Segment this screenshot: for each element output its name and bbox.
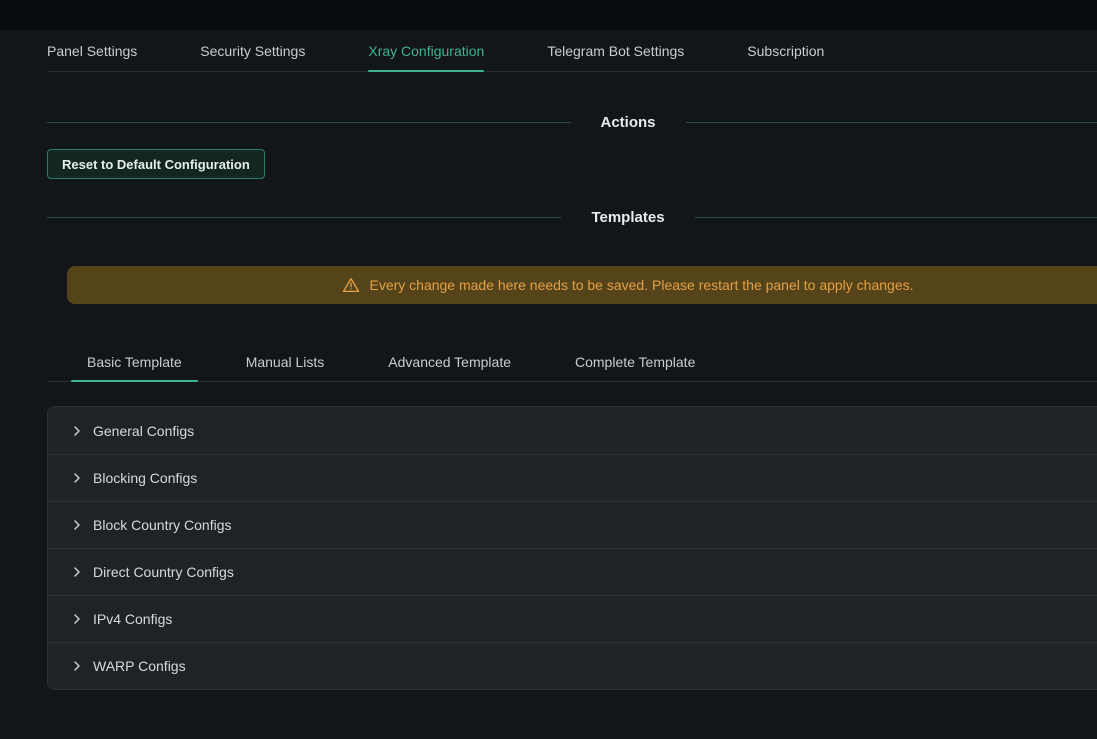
chevron-right-icon	[71, 660, 83, 672]
collapse-panel-label: Direct Country Configs	[93, 564, 234, 580]
restart-warning-alert: Every change made here needs to be saved…	[67, 266, 1097, 304]
divider-line	[695, 217, 1097, 218]
chevron-right-icon	[71, 566, 83, 578]
collapse-panel-direct-country-configs[interactable]: Direct Country Configs	[48, 548, 1097, 595]
template-tabs: Basic Template Manual Lists Advanced Tem…	[47, 342, 1097, 382]
collapse-panel-label: WARP Configs	[93, 658, 186, 674]
warning-triangle-icon	[342, 276, 360, 294]
tab-basic-template[interactable]: Basic Template	[71, 342, 198, 381]
collapse-panel-block-country-configs[interactable]: Block Country Configs	[48, 501, 1097, 548]
tab-telegram-bot-settings[interactable]: Telegram Bot Settings	[547, 30, 684, 71]
tab-advanced-template[interactable]: Advanced Template	[372, 342, 527, 381]
reset-to-default-button[interactable]: Reset to Default Configuration	[47, 149, 265, 179]
divider-line	[47, 217, 561, 218]
collapse-panel-blocking-configs[interactable]: Blocking Configs	[48, 454, 1097, 501]
templates-divider-label: Templates	[591, 209, 664, 226]
collapse-panel-warp-configs[interactable]: WARP Configs	[48, 642, 1097, 689]
collapse-panel-label: General Configs	[93, 423, 194, 439]
alert-message: Every change made here needs to be saved…	[369, 277, 913, 293]
templates-divider: Templates	[47, 209, 1097, 226]
tab-manual-lists[interactable]: Manual Lists	[230, 342, 341, 381]
chevron-right-icon	[71, 425, 83, 437]
settings-tabs: Panel Settings Security Settings Xray Co…	[47, 30, 1097, 72]
xray-configuration-page: Panel Settings Security Settings Xray Co…	[47, 30, 1097, 690]
tab-complete-template[interactable]: Complete Template	[559, 342, 711, 381]
collapse-panel-label: Block Country Configs	[93, 517, 232, 533]
tab-panel-settings[interactable]: Panel Settings	[47, 30, 137, 71]
chevron-right-icon	[71, 472, 83, 484]
collapse-panel-label: Blocking Configs	[93, 470, 197, 486]
actions-divider: Actions	[47, 114, 1097, 131]
collapse-panel-label: IPv4 Configs	[93, 611, 172, 627]
tab-subscription[interactable]: Subscription	[747, 30, 824, 71]
chevron-right-icon	[71, 519, 83, 531]
divider-line	[47, 122, 571, 123]
config-collapse-list: General Configs Blocking Configs Block C…	[47, 406, 1097, 690]
actions-divider-label: Actions	[601, 114, 656, 131]
divider-line	[686, 122, 1097, 123]
chevron-right-icon	[71, 613, 83, 625]
tab-xray-configuration[interactable]: Xray Configuration	[368, 30, 484, 71]
tab-security-settings[interactable]: Security Settings	[200, 30, 305, 71]
top-bar	[0, 0, 1097, 30]
collapse-panel-general-configs[interactable]: General Configs	[48, 407, 1097, 454]
collapse-panel-ipv4-configs[interactable]: IPv4 Configs	[48, 595, 1097, 642]
